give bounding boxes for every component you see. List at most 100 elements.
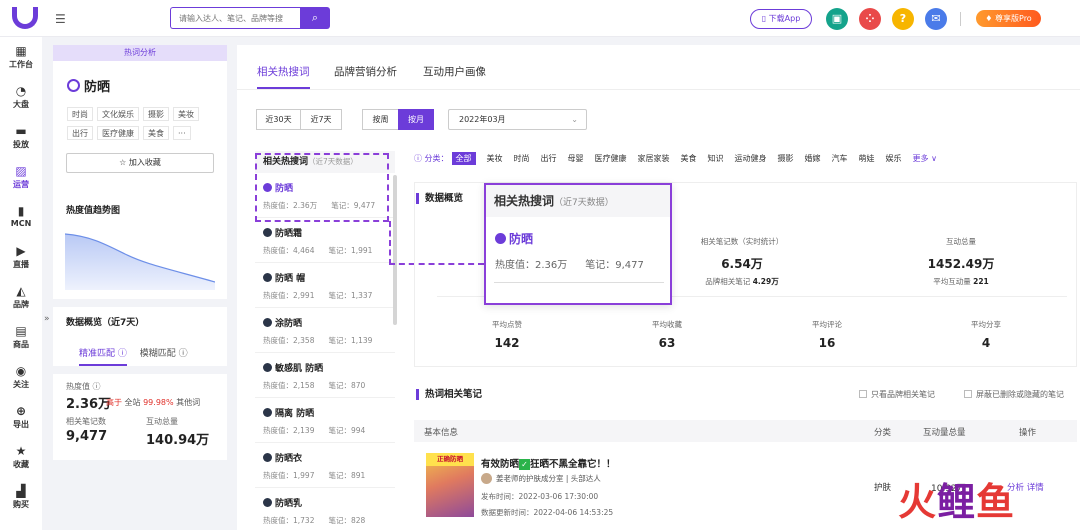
category-option[interactable]: 全部 [451, 152, 476, 165]
sidebar-item-label: 关注 [13, 380, 29, 389]
keyword-item[interactable]: 隔离 防晒 热度值：2,139 笔记：994 [255, 398, 395, 443]
category-tag[interactable]: 文化娱乐 [97, 107, 139, 121]
help-icon[interactable]: ? [892, 8, 914, 30]
avg-interact-value: 221 [973, 277, 989, 286]
category-option[interactable]: 母婴 [568, 152, 584, 165]
sidebar-item-3[interactable]: ▨ 运营 [0, 157, 42, 197]
keyword-heat: 1,732 [293, 516, 315, 525]
heat-note-suffix: 其他词 [176, 398, 201, 407]
add-favorite-button[interactable]: ☆ 加入收藏 [66, 153, 214, 173]
category-option[interactable]: 美妆 [487, 152, 503, 165]
tag-list: 时尚 文化娱乐 摄影 美妆出行 医疗健康 美食 ··· [67, 107, 217, 145]
keyword-list-scrollbar[interactable] [393, 175, 397, 325]
pro-upgrade-button[interactable]: ♦ 尊享版Pro [976, 10, 1041, 27]
sidebar-item-label: 导出 [13, 420, 29, 429]
checkbox[interactable] [859, 390, 867, 398]
hide-deleted-label: 屏蔽已删除或隐藏的笔记 [976, 390, 1064, 399]
range-30-days-button[interactable]: 近30天 [256, 109, 301, 130]
keyword-item[interactable]: 防晒霜 热度值：4,464 笔记：1,991 [255, 218, 395, 263]
sidebar-item-2[interactable]: ▬ 投放 [0, 117, 42, 157]
sidebar-item-9[interactable]: ⊕ 导出 [0, 397, 42, 437]
search-input[interactable] [170, 7, 300, 29]
category-option[interactable]: 婚嫁 [805, 152, 821, 165]
keyword-item[interactable]: 防晒乳 热度值：1,732 笔记：828 [255, 488, 395, 530]
logo[interactable] [12, 7, 38, 29]
sidebar-item-11[interactable]: ▟ 购买 [0, 477, 42, 517]
sidebar-item-0[interactable]: ▦ 工作台 [0, 37, 42, 77]
divider [494, 282, 664, 283]
category-option[interactable]: 摄影 [778, 152, 794, 165]
by-week-button[interactable]: 按周 [362, 109, 399, 130]
download-app-button[interactable]: ▯ 下载App [750, 9, 812, 29]
sidebar-item-6[interactable]: ◭ 品牌 [0, 277, 42, 317]
category-option[interactable]: 家居家装 [638, 152, 670, 165]
keyword-item[interactable]: 防晒 帽热度值：2,991 笔记：1,337 [255, 263, 395, 308]
note-title[interactable]: 有效防晒 ✓ 狂晒不黑全靠它！！ [481, 456, 616, 470]
tab-exact-match[interactable]: 精准匹配 ⓘ [79, 346, 127, 366]
category-tag[interactable]: 出行 [67, 126, 93, 140]
sidebar-item-10[interactable]: ★ 收藏 [0, 437, 42, 477]
tab-brand-marketing[interactable]: 品牌营销分析 [334, 64, 397, 79]
popup-title: 相关热搜词 [494, 194, 555, 208]
keyword-item[interactable]: 防晒衣 热度值：1,997 笔记：891 [255, 443, 395, 488]
category-tag[interactable]: 美食 [143, 126, 169, 140]
category-option[interactable]: 运动健身 [735, 152, 767, 165]
average-label: 平均评论 [812, 320, 842, 329]
sidebar-item-8[interactable]: ◉ 关注 [0, 357, 42, 397]
notes-count-label: 相关笔记数（实时统计） [700, 237, 784, 246]
more-categories-button[interactable]: 更多 ∨ [913, 152, 937, 165]
hide-deleted-checkbox[interactable]: 屏蔽已删除或隐藏的笔记 [964, 389, 1064, 400]
category-option[interactable]: 知识 [708, 152, 724, 165]
note-author[interactable]: 姜老师的护肤成分室 | 头部达人 [481, 473, 601, 484]
menu-toggle-icon[interactable]: ☰ [55, 12, 66, 26]
note-thumbnail[interactable]: 正确防晒 [426, 453, 474, 517]
checkbox[interactable] [964, 390, 972, 398]
mail-icon[interactable]: ✉ [925, 8, 947, 30]
briefcase-icon[interactable]: ▣ [826, 8, 848, 30]
notes-value: 9,477 [66, 429, 108, 444]
keyword-notes: 1,139 [350, 336, 373, 345]
category-option[interactable]: 出行 [541, 152, 557, 165]
category-option[interactable]: 萌娃 [859, 152, 875, 165]
sidebar-item-label: 购买 [13, 500, 29, 509]
category-option[interactable]: 娱乐 [886, 152, 902, 165]
keyword-heat: 2,358 [293, 336, 315, 345]
brand-only-checkbox[interactable]: 只看品牌相关笔记 [859, 389, 935, 400]
sidebar-item-1[interactable]: ◔ 大盘 [0, 77, 42, 117]
category-option[interactable]: 时尚 [514, 152, 530, 165]
by-month-button[interactable]: 按月 [398, 109, 434, 130]
range-7-days-button[interactable]: 近7天 [300, 109, 342, 130]
category-tag[interactable]: 摄影 [143, 107, 169, 121]
average-value: 142 [494, 336, 520, 350]
highlight-popup: 相关热搜词（近7天数据） 防晒 热度值：2.36万 笔记：9,477 [484, 183, 672, 305]
divider [960, 12, 961, 26]
keyword-icon [263, 453, 272, 462]
apps-icon[interactable]: ⁘ [859, 8, 881, 30]
category-option[interactable]: 医疗健康 [595, 152, 627, 165]
keyword-icon [67, 79, 80, 92]
search-button[interactable]: ⌕ [300, 7, 330, 29]
sidebar-item-7[interactable]: ▤ 商品 [0, 317, 42, 357]
expand-panel-icon[interactable]: » [44, 314, 50, 324]
category-tag[interactable]: 美妆 [173, 107, 199, 121]
category-option[interactable]: 汽车 [832, 152, 848, 165]
keyword-item[interactable]: 敏感肌 防晒 热度值：2,158 笔记：870 [255, 353, 395, 398]
tab-audience-profile[interactable]: 互动用户画像 [423, 64, 486, 79]
bag-icon: ▤ [15, 324, 27, 338]
chart-icon: ▨ [15, 164, 27, 178]
category-tag[interactable]: 时尚 [67, 107, 93, 121]
category-tag[interactable]: 医疗健康 [97, 126, 139, 140]
category-option[interactable]: 美食 [681, 152, 697, 165]
keyword-meta: 热度值：2,358 笔记：1,139 [263, 335, 395, 346]
interact-label: 互动总量 [146, 417, 178, 426]
sidebar-item-5[interactable]: ▶ 直播 [0, 237, 42, 277]
col-category: 分类 [874, 428, 892, 438]
tab-fuzzy-match[interactable]: 模糊匹配 ⓘ [140, 346, 188, 364]
keyword-name: 防晒 [84, 80, 111, 95]
month-select[interactable]: 2022年03月 ⌄ [448, 109, 587, 130]
tab-related-keywords[interactable]: 相关热搜词 [257, 64, 310, 79]
keyword-item[interactable]: 涂防晒 热度值：2,358 笔记：1,139 [255, 308, 395, 353]
category-tag[interactable]: ··· [173, 126, 191, 140]
sidebar-item-4[interactable]: ▮ MCN [0, 197, 42, 237]
grid-icon: ▦ [15, 44, 27, 58]
